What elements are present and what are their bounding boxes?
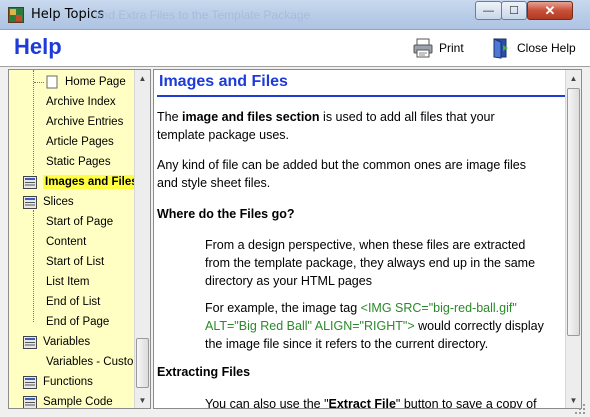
print-label: Print: [439, 41, 464, 55]
scroll-up-arrow-icon[interactable]: ▲: [566, 70, 581, 86]
help-header: Help Print Close Help: [0, 30, 590, 67]
design-paragraph: From a design perspective, when these fi…: [205, 238, 536, 288]
close-help-button[interactable]: Close Help: [490, 36, 576, 60]
book-icon: [23, 195, 37, 209]
toc-item-end-of-page[interactable]: End of Page: [34, 312, 109, 332]
toc-item-variables[interactable]: Variables: [23, 332, 90, 352]
toc-item-static-pages[interactable]: Static Pages: [34, 152, 111, 172]
minimize-button[interactable]: —: [475, 1, 502, 20]
toc-item-list-item[interactable]: List Item: [34, 272, 89, 292]
example-paragraph: For example, the image tag <IMG SRC="big…: [205, 301, 544, 351]
printer-icon: [413, 38, 433, 58]
toc-item-article-pages[interactable]: Article Pages: [34, 132, 114, 152]
page-icon: [46, 75, 58, 89]
content-scrollbar[interactable]: ▲ ▼: [565, 70, 581, 408]
topic-title: Images and Files: [159, 73, 288, 90]
toc-item-variables-custom[interactable]: Variables - Custom: [34, 352, 143, 372]
toc-scrollbar[interactable]: ▲ ▼: [134, 70, 150, 408]
extract-paragraph: You can also use the "Extract File" butt…: [205, 397, 537, 409]
book-icon: [23, 375, 37, 389]
toc-item-slices[interactable]: Slices: [23, 192, 74, 212]
toc-item-start-of-page[interactable]: Start of Page: [34, 212, 113, 232]
section-heading-extracting: Extracting Files: [157, 365, 251, 379]
window-title: Help Topics: [31, 7, 105, 22]
toc-item-home-page[interactable]: Home Page: [34, 72, 126, 92]
title-bar: Help Topics and Extra Files to the Templ…: [0, 0, 590, 30]
toc-item-functions[interactable]: Functions: [23, 372, 93, 392]
book-icon: [23, 175, 37, 189]
toc-item-archive-entries[interactable]: Archive Entries: [34, 112, 123, 132]
help-brand: Help: [14, 34, 62, 59]
print-button[interactable]: Print: [412, 36, 464, 60]
toc-item-archive-index[interactable]: Archive Index: [34, 92, 116, 112]
file-types-paragraph: Any kind of file can be added but the co…: [157, 158, 526, 190]
toc-item-start-of-list[interactable]: Start of List: [34, 252, 104, 272]
table-of-contents: Home Page Archive Index Archive Entries …: [8, 69, 151, 409]
toc-item-end-of-list[interactable]: End of List: [34, 292, 100, 312]
book-icon: [23, 335, 37, 349]
toc-item-sample-code[interactable]: Sample Code: [23, 392, 113, 408]
close-icon: ✕: [544, 2, 556, 18]
toc-item-content[interactable]: Content: [34, 232, 86, 252]
topic-content: Images and Files The image and files sec…: [153, 69, 582, 409]
close-window-button[interactable]: ✕: [527, 1, 573, 20]
close-help-label: Close Help: [517, 41, 576, 55]
toc-scroll-thumb[interactable]: [136, 338, 149, 388]
toc-item-images-and-files[interactable]: Images and Files: [23, 172, 140, 192]
resize-grip-icon[interactable]: [573, 402, 587, 416]
book-icon: [23, 395, 37, 408]
maximize-button[interactable]: ☐: [501, 1, 527, 20]
topic-title-bar: Images and Files: [157, 70, 566, 97]
app-icon: [8, 7, 24, 23]
exit-door-icon: [493, 38, 508, 59]
minimize-icon: —: [483, 4, 494, 17]
maximize-icon: ☐: [509, 5, 519, 17]
section-heading-where: Where do the Files go?: [157, 207, 295, 221]
intro-paragraph: The image and files section is used to a…: [157, 110, 495, 142]
background-window-title: and Extra Files to the Template Package: [95, 8, 311, 22]
scroll-up-arrow-icon[interactable]: ▲: [135, 70, 150, 86]
content-scroll-thumb[interactable]: [567, 88, 580, 336]
scroll-down-arrow-icon[interactable]: ▼: [135, 392, 150, 408]
